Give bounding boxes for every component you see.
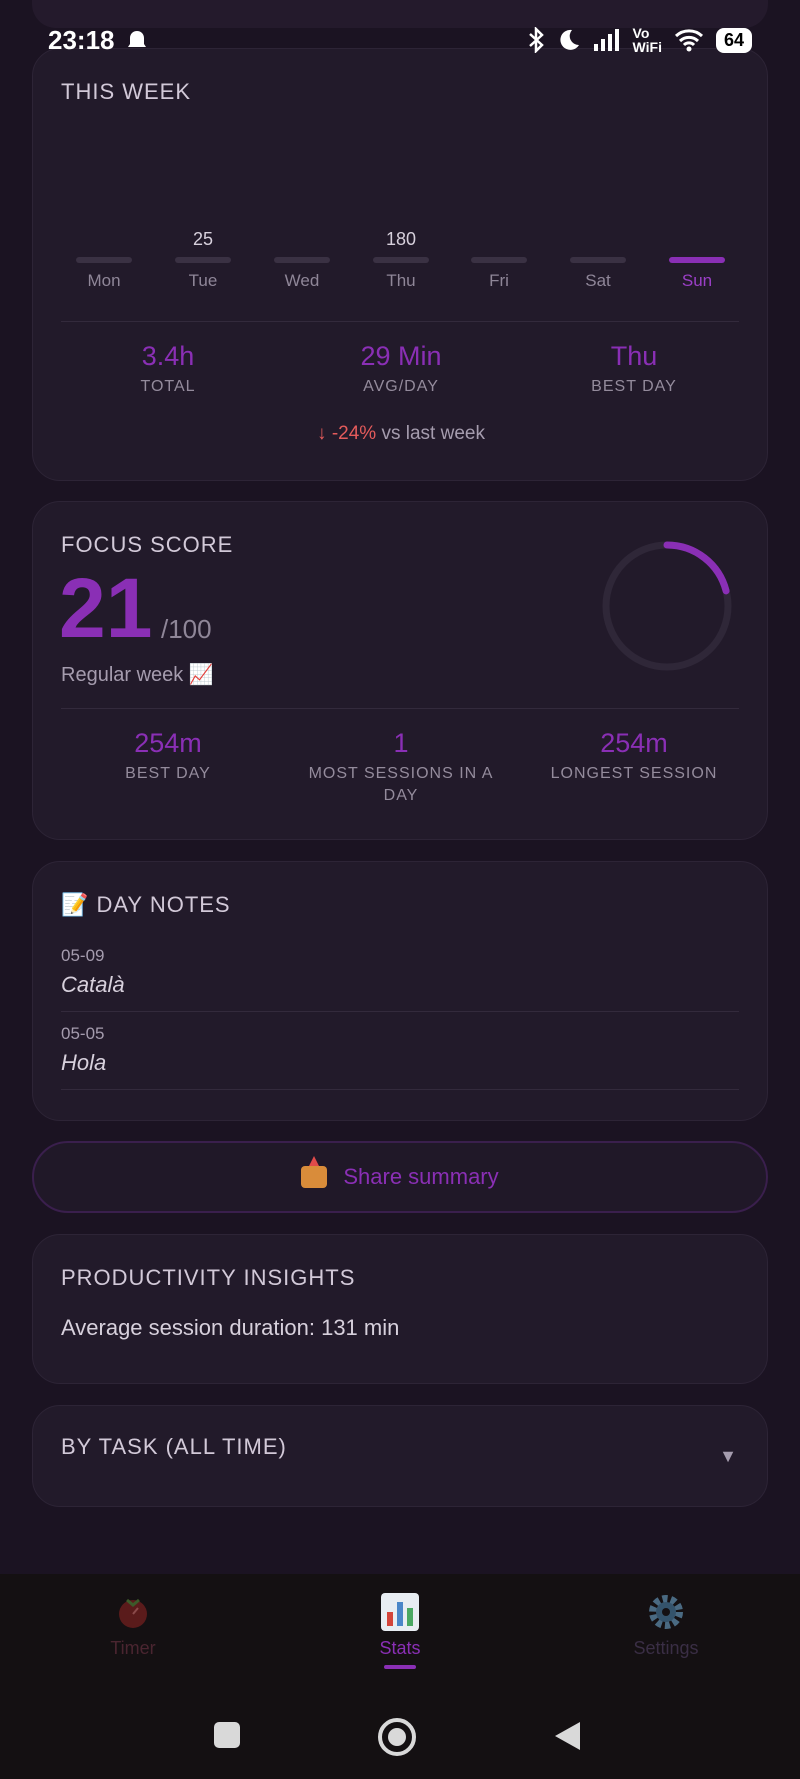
- system-navigation-bar: [0, 1690, 800, 1779]
- back-button[interactable]: [552, 1720, 582, 1752]
- divider: [61, 321, 739, 322]
- signal-icon: [593, 29, 619, 51]
- this-week-title: THIS WEEK: [61, 79, 192, 104]
- weekly-trend: ↓ -24% vs last week: [33, 423, 769, 445]
- notification-icon: [127, 31, 146, 47]
- divider: [61, 1089, 739, 1090]
- total-stat: 3.4h TOTAL: [140, 341, 196, 395]
- wifi-icon: [674, 29, 703, 52]
- bar-chart-icon: [381, 1593, 419, 1631]
- day-label: Sat: [585, 271, 611, 290]
- day-label-active: Sun: [681, 271, 713, 290]
- share-summary-button[interactable]: Share summary: [32, 1141, 768, 1213]
- gear-icon: [649, 1595, 683, 1629]
- focus-score-card: FOCUS SCORE 21 /100 Regular week 📈 254m …: [32, 501, 768, 840]
- day-bar: [274, 257, 330, 263]
- focus-score-max: /100: [161, 614, 212, 644]
- battery-icon: 64: [715, 27, 752, 53]
- divider: [61, 1011, 739, 1012]
- by-task-title: BY TASK (ALL TIME): [61, 1434, 287, 1459]
- avg-day-stat: 29 Min AVG/DAY: [360, 341, 442, 395]
- nav-item-settings[interactable]: Settings: [566, 1592, 766, 1659]
- day-label: Fri: [489, 271, 509, 290]
- vowifi-icon: Vo WiFi: [632, 25, 662, 55]
- day-label: Mon: [87, 271, 121, 290]
- focus-score-description: Regular week 📈: [61, 664, 214, 686]
- status-bar: 23:18 Vo WiFi 64: [0, 0, 800, 80]
- home-button[interactable]: [377, 1717, 417, 1757]
- productivity-insights-title: PRODUCTIVITY INSIGHTS: [61, 1265, 356, 1290]
- this-week-card: THIS WEEK Mon 25 Tue Wed 180 Thu Fri Sat…: [32, 48, 768, 481]
- day-label: Thu: [386, 271, 416, 290]
- day-column-thu[interactable]: 180 Thu: [373, 229, 429, 291]
- day-bar: [175, 257, 231, 263]
- outbox-icon: [301, 1156, 328, 1188]
- note-text[interactable]: Hola: [61, 1050, 106, 1076]
- nav-item-timer[interactable]: Timer: [33, 1592, 233, 1659]
- day-bar-active: [669, 257, 725, 263]
- chevron-down-icon[interactable]: ▼: [719, 1446, 737, 1467]
- day-notes-title: 📝 DAY NOTES: [61, 892, 231, 917]
- productivity-insights-card: PRODUCTIVITY INSIGHTS Average session du…: [32, 1234, 768, 1384]
- longest-session-stat: 254m LONGEST SESSION: [550, 728, 718, 782]
- moon-icon: [559, 29, 579, 50]
- by-task-card[interactable]: BY TASK (ALL TIME) ▼: [32, 1405, 768, 1507]
- day-column-sun[interactable]: Sun: [669, 229, 725, 291]
- focus-score-ring: [602, 541, 732, 671]
- insight-text: Average session duration: 131 min: [61, 1315, 400, 1340]
- trend-percent: -24%: [331, 423, 377, 444]
- recent-apps-button[interactable]: [212, 1720, 242, 1750]
- day-bar: [373, 257, 429, 263]
- nav-item-stats[interactable]: Stats: [300, 1592, 500, 1669]
- focus-score-title: FOCUS SCORE: [61, 532, 234, 557]
- best-day-minutes-stat: 254m BEST DAY: [125, 728, 211, 782]
- trend-down-icon: ↓: [317, 423, 327, 444]
- focus-score-value: 21: [59, 561, 153, 655]
- divider: [61, 708, 739, 709]
- day-label: Wed: [284, 271, 320, 290]
- day-column-wed[interactable]: Wed: [274, 229, 330, 291]
- active-tab-indicator: [384, 1665, 416, 1669]
- note-date: 05-05: [61, 1024, 105, 1043]
- day-notes-card: 📝 DAY NOTES 05-09 Català 05-05 Hola: [32, 861, 768, 1121]
- tomato-timer-icon: [119, 1598, 147, 1628]
- day-column-sat[interactable]: Sat: [570, 229, 626, 291]
- bluetooth-icon: [528, 27, 544, 53]
- bottom-navigation: Timer Stats Settings: [0, 1574, 800, 1690]
- day-column-mon[interactable]: Mon: [76, 229, 132, 291]
- note-date: 05-09: [61, 946, 105, 965]
- status-time: 23:18: [48, 24, 115, 55]
- trend-text: vs last week: [381, 423, 485, 444]
- note-text[interactable]: Català: [61, 972, 125, 998]
- share-summary-label: Share summary: [343, 1164, 499, 1189]
- day-bar: [570, 257, 626, 263]
- day-column-tue[interactable]: 25 Tue: [175, 229, 231, 291]
- day-bar: [76, 257, 132, 263]
- best-day-stat: Thu BEST DAY: [591, 341, 677, 395]
- day-bar: [471, 257, 527, 263]
- day-label: Tue: [188, 271, 218, 290]
- day-column-fri[interactable]: Fri: [471, 229, 527, 291]
- most-sessions-stat: 1 MOST SESSIONS IN A DAY: [308, 728, 494, 804]
